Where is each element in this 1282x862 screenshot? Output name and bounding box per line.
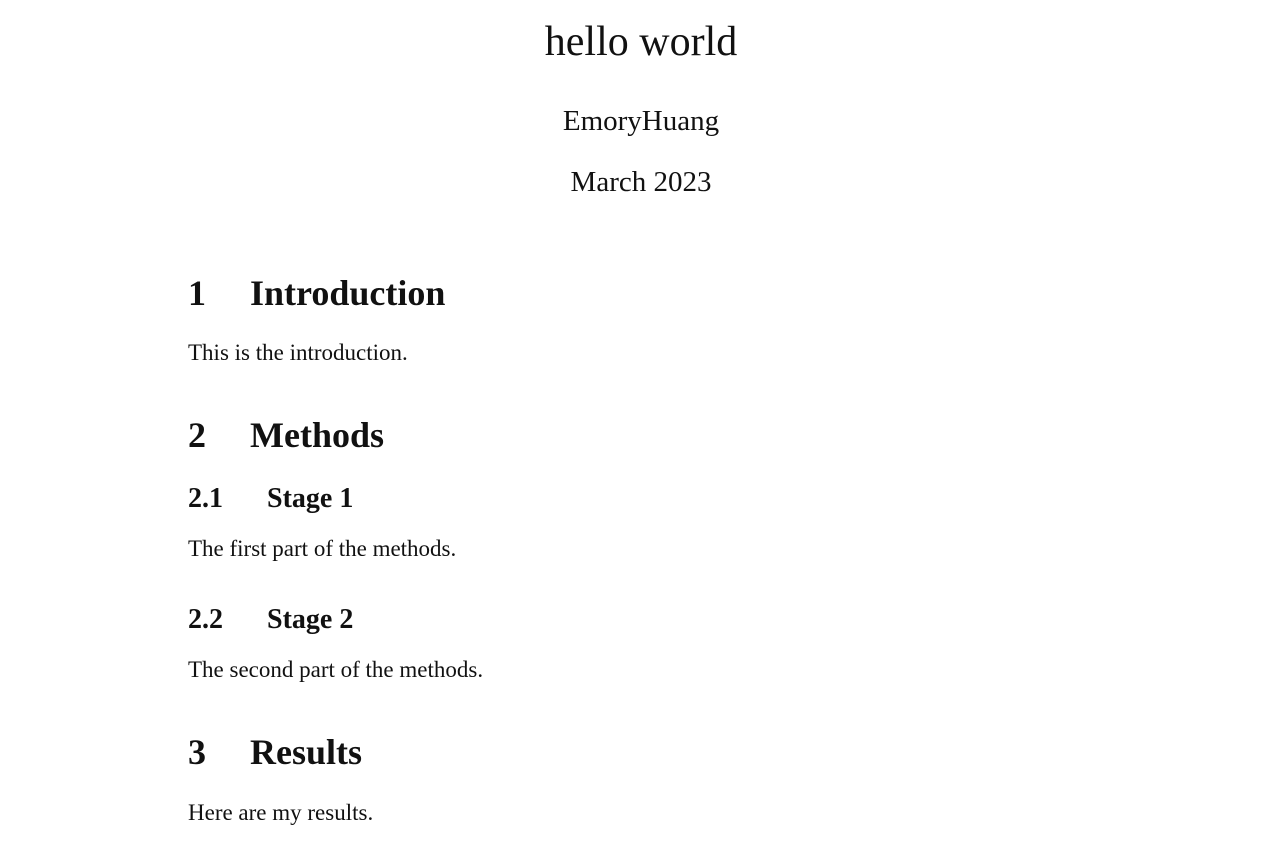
section-heading-methods: 2 Methods xyxy=(188,414,384,456)
document-title: hello world xyxy=(544,19,738,65)
document-page: hello world EmoryHuang March 2023 1 Intro… xyxy=(0,0,1282,862)
document-date: March 2023 xyxy=(570,166,712,198)
subsection-paragraph-stage-2: The second part of the methods. xyxy=(188,657,484,682)
subsection-paragraph-stage-1: The first part of the methods. xyxy=(188,536,457,561)
subsection-heading-stage-2: 2.2 Stage 2 xyxy=(188,603,353,637)
section-heading-introduction: 1 Introduction xyxy=(188,272,445,314)
subsection-heading-stage-1: 2.1 Stage 1 xyxy=(188,482,353,516)
section-heading-results: 3 Results xyxy=(188,731,362,773)
subsection-title: Stage 1 xyxy=(267,483,354,514)
subsection-number: 2.1 xyxy=(188,483,223,514)
section-title: Results xyxy=(250,732,363,772)
document-author: EmoryHuang xyxy=(562,105,720,137)
section-paragraph-results: Here are my results. xyxy=(188,800,374,825)
section-title: Methods xyxy=(250,415,384,455)
section-number: 2 xyxy=(188,415,206,455)
subsection-number: 2.2 xyxy=(188,604,223,635)
section-paragraph-introduction: This is the introduction. xyxy=(188,340,408,365)
section-number: 3 xyxy=(188,732,206,772)
section-title: Introduction xyxy=(250,273,446,313)
section-number: 1 xyxy=(188,273,206,313)
subsection-title: Stage 2 xyxy=(267,604,354,635)
